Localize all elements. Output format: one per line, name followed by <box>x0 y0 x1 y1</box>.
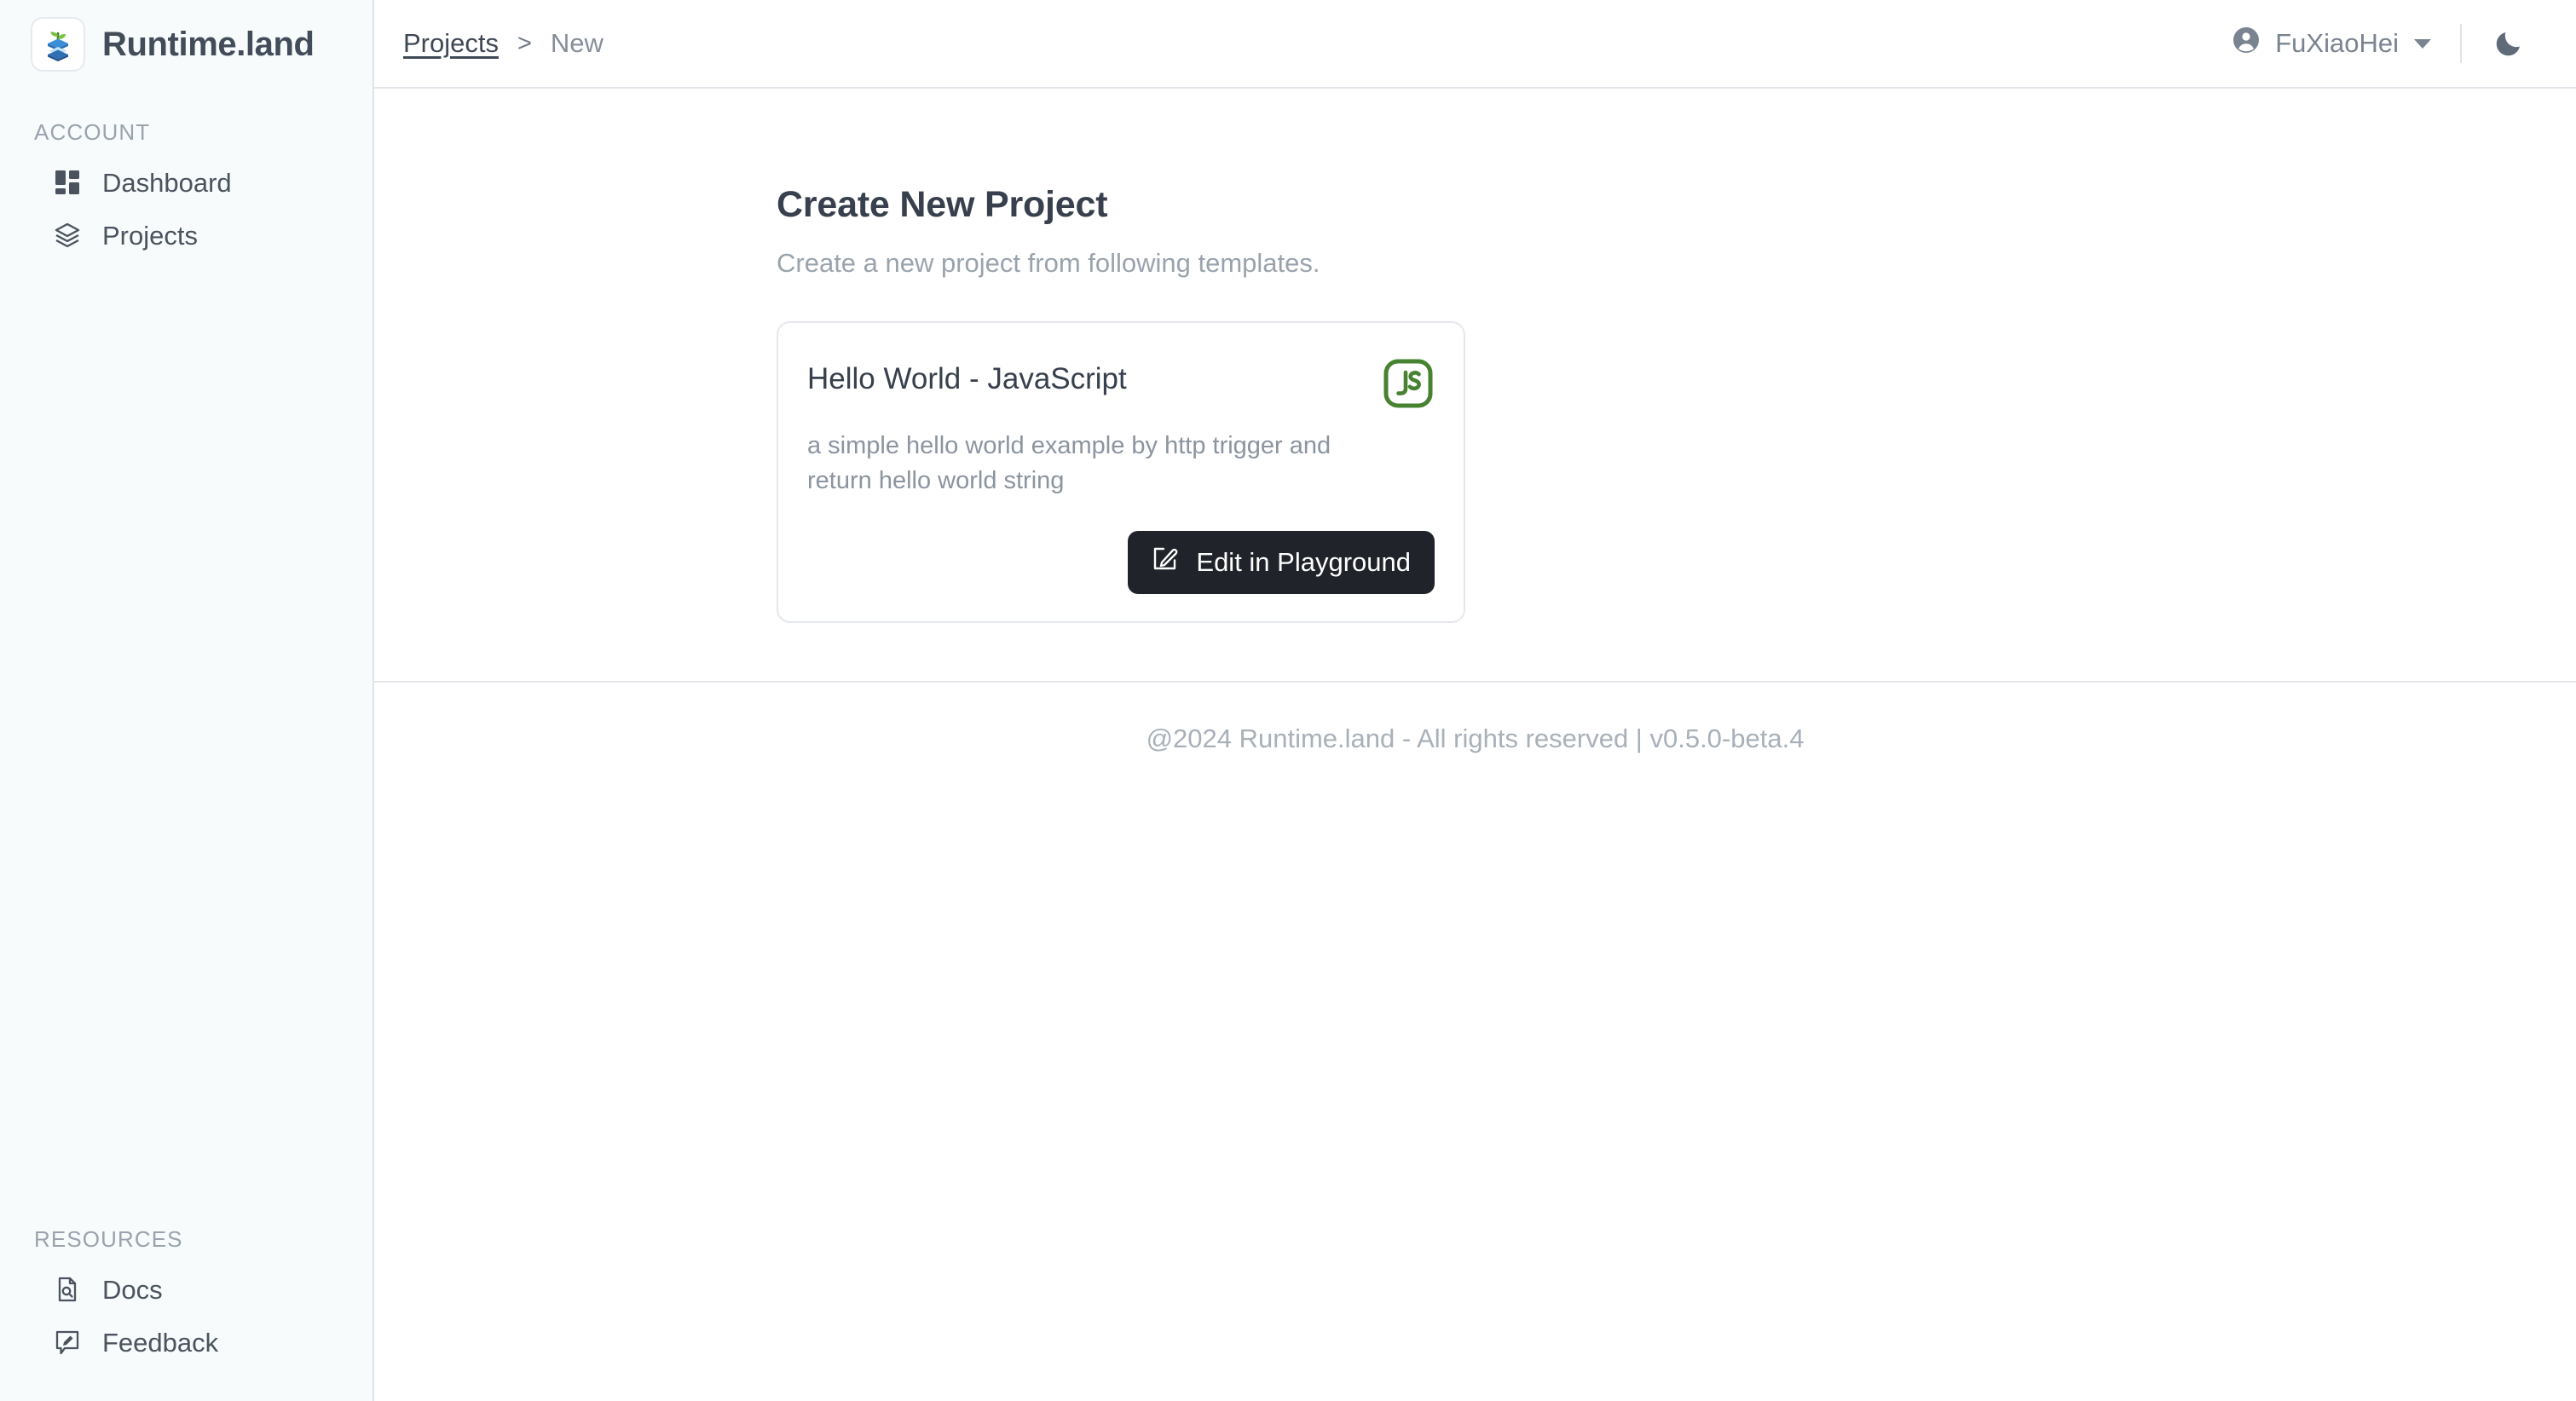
breadcrumb: Projects > New <box>403 28 604 59</box>
page-title: Create New Project <box>777 184 1108 225</box>
document-search-icon <box>53 1275 82 1304</box>
topbar: Projects > New FuXiaoHei <box>374 0 2576 89</box>
sidebar-item-label: Projects <box>102 220 198 251</box>
edit-in-playground-button[interactable]: Edit in Playground <box>1128 531 1435 595</box>
breadcrumb-separator: > <box>517 29 532 57</box>
comment-edit-icon <box>53 1328 82 1357</box>
template-title: Hello World - JavaScript <box>807 362 1127 395</box>
template-description: a simple hello world example by http tri… <box>807 432 1331 495</box>
sidebar-item-label: Feedback <box>102 1327 219 1358</box>
breadcrumb-link-projects[interactable]: Projects <box>403 28 499 59</box>
sidebar-section-resources: RESOURCES Docs Feedback <box>0 1196 373 1401</box>
layered-sprout-logo-icon <box>31 17 85 72</box>
edit-in-playground-label: Edit in Playground <box>1196 547 1411 578</box>
javascript-icon <box>1382 357 1435 410</box>
sidebar: Runtime.land ACCOUNT Dashboard Projects … <box>0 0 374 1401</box>
pencil-square-icon <box>1152 545 1179 579</box>
main-area: Projects > New FuXiaoHei Create New Proj… <box>374 0 2576 1401</box>
sidebar-item-feedback[interactable]: Feedback <box>0 1316 373 1369</box>
brand-name: Runtime.land <box>102 25 315 63</box>
breadcrumb-current-new: New <box>550 28 604 58</box>
layers-icon <box>53 221 82 250</box>
sidebar-heading-resources: RESOURCES <box>34 1226 183 1252</box>
grid-dashboard-icon <box>53 168 82 197</box>
topbar-right: FuXiaoHei <box>2231 24 2542 63</box>
app-root: Runtime.land ACCOUNT Dashboard Projects … <box>0 0 2576 1401</box>
chevron-down-icon <box>2414 38 2431 49</box>
sidebar-item-projects[interactable]: Projects <box>0 209 373 262</box>
sidebar-item-label: Docs <box>102 1274 163 1305</box>
template-card-head: Hello World - JavaScript <box>807 357 1435 410</box>
content-area: Create New Project Create a new project … <box>374 89 2576 683</box>
sidebar-section-account: ACCOUNT Dashboard Projects <box>0 89 373 262</box>
template-card[interactable]: Hello World - JavaScript a simple hello … <box>777 321 1465 624</box>
user-menu[interactable]: FuXiaoHei <box>2231 25 2460 62</box>
sidebar-item-dashboard[interactable]: Dashboard <box>0 156 373 209</box>
template-grid: Hello World - JavaScript a simple hello … <box>777 321 2576 624</box>
page-subtitle: Create a new project from following temp… <box>777 248 1320 278</box>
sidebar-item-docs[interactable]: Docs <box>0 1263 373 1316</box>
theme-toggle-button[interactable] <box>2462 26 2542 62</box>
sidebar-heading-account: ACCOUNT <box>34 119 151 145</box>
moon-icon <box>2494 26 2527 62</box>
sidebar-item-label: Dashboard <box>102 167 232 198</box>
account-circle-icon <box>2231 25 2261 62</box>
template-card-actions: Edit in Playground <box>807 531 1435 595</box>
brand[interactable]: Runtime.land <box>0 0 373 89</box>
footer-text: @2024 Runtime.land - All rights reserved… <box>1146 724 1805 754</box>
user-name: FuXiaoHei <box>2275 28 2399 58</box>
footer: @2024 Runtime.land - All rights reserved… <box>374 683 2576 1401</box>
